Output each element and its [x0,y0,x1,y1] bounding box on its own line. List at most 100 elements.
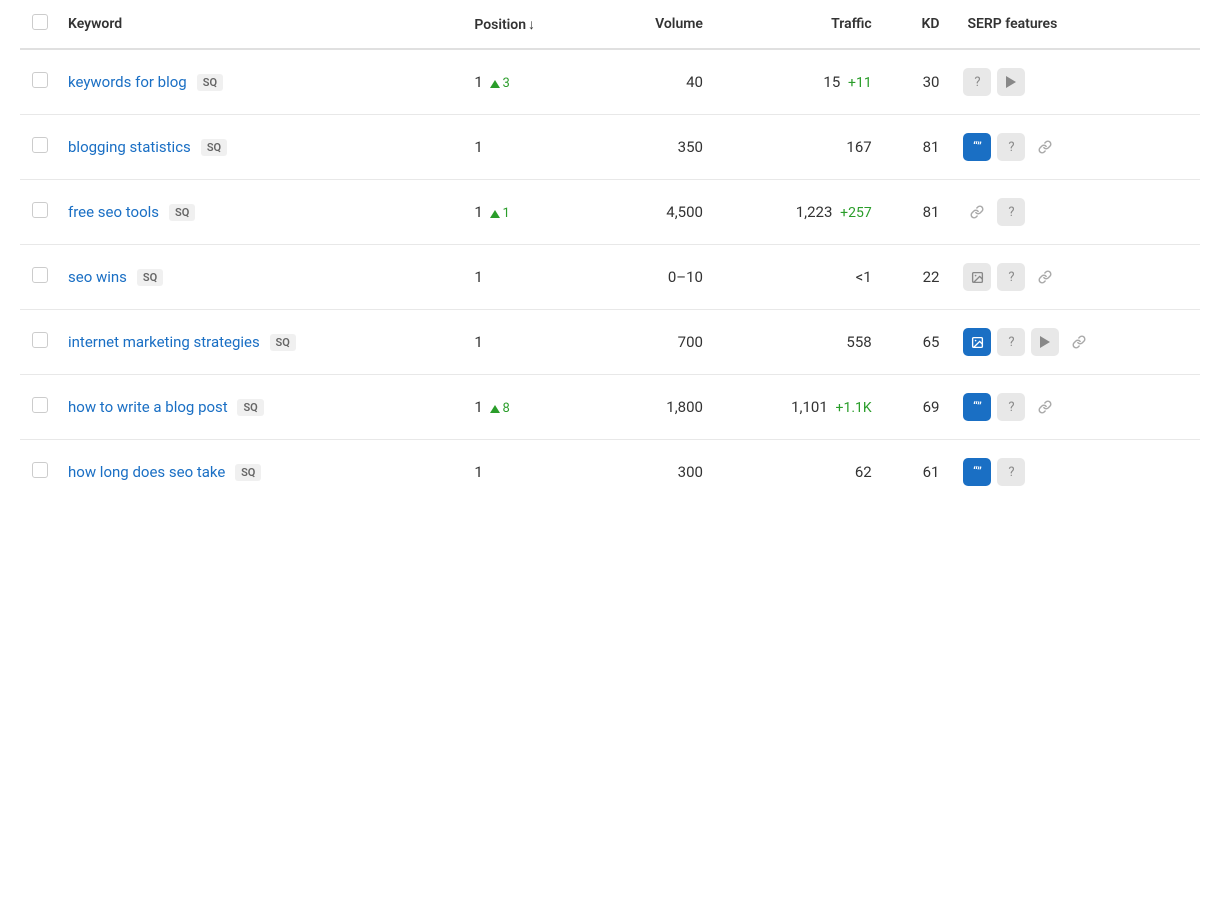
serp-icons: ? [963,198,1188,226]
volume-value: 1,800 [599,375,715,440]
keyword-link[interactable]: internet marketing strategies [68,333,260,351]
serp-icons: “”? [963,458,1188,486]
select-all-checkbox[interactable] [32,14,48,30]
row-checkbox-7[interactable] [32,462,48,478]
keyword-link[interactable]: keywords for blog [68,73,187,91]
sort-arrow-icon: ↓ [528,16,535,33]
row-checkbox-6[interactable] [32,397,48,413]
keyword-cell: how long does seo take SQ [68,463,450,482]
up-arrow-icon [490,80,500,88]
up-arrow-icon [490,210,500,218]
table-row: how to write a blog post SQ 1 8 1,800 1,10… [20,375,1200,440]
question-icon[interactable]: ? [997,458,1025,486]
up-arrow-icon [490,405,500,413]
question-icon[interactable]: ? [997,393,1025,421]
traffic-change: +11 [848,75,872,91]
question-icon[interactable]: ? [997,198,1025,226]
traffic-value: 1,223 [796,203,833,221]
table-row: internet marketing strategies SQ 1 700 558… [20,310,1200,375]
serp-icons: “”? [963,393,1188,421]
position-change: 3 [490,76,509,91]
traffic-value: 558 [846,333,871,351]
kd-column-header: KD [884,0,952,49]
volume-value: 300 [599,440,715,505]
keyword-link[interactable]: how to write a blog post [68,398,228,416]
traffic-column-header: Traffic [715,0,884,49]
serp-icons: ? [963,68,1188,96]
link-icon[interactable] [1031,393,1059,421]
row-checkbox-5[interactable] [32,332,48,348]
traffic-value: 167 [846,138,871,156]
link-icon[interactable] [1031,263,1059,291]
traffic-change: +257 [840,205,872,221]
position-value: 1 [474,268,482,286]
traffic-value: 1,101 [791,398,828,416]
position-change: 1 [490,206,509,221]
sq-badge: SQ [235,464,261,481]
serp-icons: ? [963,263,1188,291]
sq-badge: SQ [197,74,223,91]
kd-value: 81 [884,180,952,245]
featured-snippet-icon[interactable]: ? [963,68,991,96]
keyword-cell: how to write a blog post SQ [68,398,450,417]
table-row: how long does seo take SQ 13006261“”? [20,440,1200,505]
featured-snippet-icon[interactable]: “” [963,458,991,486]
kd-value: 69 [884,375,952,440]
traffic-value: <1 [856,268,872,286]
row-checkbox-3[interactable] [32,202,48,218]
keyword-link[interactable]: how long does seo take [68,463,225,481]
question-icon[interactable]: ? [997,133,1025,161]
serp-column-header: SERP features [951,0,1200,49]
image-icon[interactable] [963,263,991,291]
kd-value: 81 [884,115,952,180]
keyword-link[interactable]: seo wins [68,268,127,286]
kd-value: 30 [884,49,952,115]
video-icon[interactable] [997,68,1025,96]
question-icon[interactable]: ? [997,328,1025,356]
keyword-cell: free seo tools SQ [68,203,450,221]
link-icon[interactable] [1065,328,1093,356]
position-value: 1 [474,333,482,351]
position-value: 1 [474,138,482,156]
sq-badge: SQ [169,204,195,221]
volume-value: 40 [599,49,715,115]
featured-snippet-icon[interactable]: “” [963,133,991,161]
keyword-column-header: Keyword [56,0,462,49]
keyword-cell: seo wins SQ [68,268,450,286]
serp-icons: ? [963,328,1188,356]
featured-snippet-icon[interactable]: “” [963,393,991,421]
link-icon[interactable] [1031,133,1059,161]
question-icon[interactable]: ? [997,263,1025,291]
image-pack-icon[interactable] [963,328,991,356]
position-value: 1 [474,398,482,416]
kd-value: 61 [884,440,952,505]
keyword-link[interactable]: free seo tools [68,203,159,221]
keyword-link[interactable]: blogging statistics [68,138,191,156]
position-change: 8 [490,401,509,416]
video-icon[interactable] [1031,328,1059,356]
table-row: free seo tools SQ 1 1 4,500 1,223 +257 81? [20,180,1200,245]
row-checkbox-1[interactable] [32,72,48,88]
table-row: keywords for blog SQ 1 34015 +1130? [20,49,1200,115]
keyword-cell: blogging statistics SQ [68,138,450,156]
table-row: seo wins SQ 10–10<122? [20,245,1200,310]
serp-icons: “”? [963,133,1188,161]
row-checkbox-2[interactable] [32,137,48,153]
sq-badge: SQ [270,334,296,351]
sq-badge: SQ [137,269,163,286]
row-checkbox-4[interactable] [32,267,48,283]
link-icon[interactable] [963,198,991,226]
sq-badge: SQ [201,139,227,156]
position-value: 1 [474,203,482,221]
position-column-header[interactable]: Position ↓ [462,0,599,49]
traffic-value: 62 [855,463,872,481]
sq-badge: SQ [237,399,263,416]
volume-column-header: Volume [599,0,715,49]
keyword-cell: keywords for blog SQ [68,73,450,91]
volume-value: 350 [599,115,715,180]
volume-value: 4,500 [599,180,715,245]
volume-value: 0–10 [599,245,715,310]
volume-value: 700 [599,310,715,375]
keyword-cell: internet marketing strategies SQ [68,333,450,352]
traffic-value: 15 [823,73,840,91]
